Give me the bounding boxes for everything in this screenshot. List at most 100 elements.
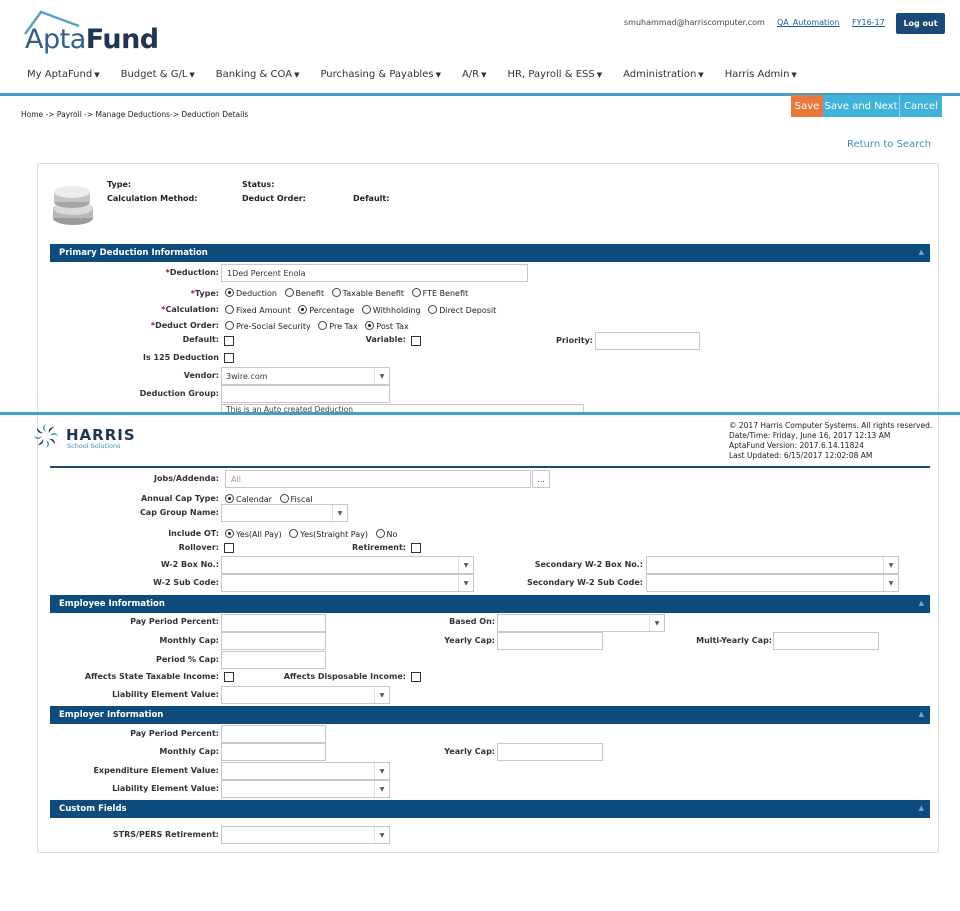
secondary-w2-box-select[interactable]: ▼	[646, 556, 899, 574]
annual-cap-type-label: Annual Cap Type:	[140, 494, 219, 503]
cap-fiscal-radio[interactable]: Fiscal	[279, 494, 312, 504]
retirement-checkbox[interactable]	[411, 543, 421, 553]
nav-ar[interactable]: A/R ▼	[462, 69, 487, 80]
order-post-tax-radio[interactable]: Post Tax	[365, 321, 409, 331]
affects-state-taxable-checkbox[interactable]	[224, 672, 234, 682]
ot-all-pay-radio[interactable]: Yes(All Pay)	[225, 529, 282, 539]
footer-updated: Last Updated: 6/15/2017 12:02:08 AM	[729, 451, 873, 460]
annual-cap-type-radio-group: Calendar Fiscal	[225, 494, 317, 504]
is125-checkbox[interactable]	[224, 353, 234, 363]
type-fte-benefit-radio[interactable]: FTE Benefit	[411, 288, 468, 298]
primary-section-header[interactable]: Primary Deduction Information ▲	[50, 244, 930, 262]
secondary-w2-sub-code-select[interactable]: ▼	[646, 574, 899, 592]
chevron-down-icon: ▼	[94, 71, 100, 79]
cancel-button[interactable]: Cancel	[900, 95, 942, 117]
collapse-icon[interactable]: ▲	[919, 710, 924, 718]
expenditure-element-select[interactable]: ▼	[221, 762, 390, 780]
calc-direct-deposit-radio[interactable]: Direct Deposit	[428, 305, 496, 315]
er-liability-element-select[interactable]: ▼	[221, 780, 390, 798]
emp-monthly-cap-label: Monthly Cap:	[159, 636, 219, 645]
w2-sub-code-label: W-2 Sub Code:	[153, 578, 219, 587]
calc-percentage-radio[interactable]: Percentage	[298, 305, 354, 315]
nav-banking-coa[interactable]: Banking & COA ▼	[216, 69, 300, 80]
variable-label: Variable:	[365, 335, 406, 344]
chevron-down-icon: ▼	[596, 71, 603, 79]
vendor-select[interactable]: 3wire.com ▼	[221, 367, 390, 385]
order-pre-tax-radio[interactable]: Pre Tax	[318, 321, 358, 331]
period-pct-cap-input[interactable]	[221, 651, 326, 669]
include-ot-radio-group: Yes(All Pay) Yes(Straight Pay) No	[225, 529, 402, 539]
aptafund-logo[interactable]: AptaFund	[25, 24, 159, 55]
summary-default-label: Default:	[353, 194, 390, 203]
emp-liability-element-select[interactable]: ▼	[221, 686, 390, 704]
type-deduction-radio[interactable]: Deduction	[225, 288, 277, 298]
default-label: Default:	[182, 335, 219, 344]
calc-fixed-amount-radio[interactable]: Fixed Amount	[225, 305, 291, 315]
chevron-down-icon: ▼	[374, 763, 389, 779]
user-email: smuhammad@harriscomputer.com	[624, 18, 765, 27]
priority-label: Priority:	[556, 336, 593, 345]
deduction-group-input[interactable]	[221, 385, 390, 403]
order-pre-social-security-radio[interactable]: Pre-Social Security	[225, 321, 311, 331]
save-button[interactable]: Save	[791, 95, 823, 117]
cap-calendar-radio[interactable]: Calendar	[225, 494, 272, 504]
priority-input[interactable]	[595, 332, 700, 350]
variable-checkbox[interactable]	[411, 336, 421, 346]
multi-yearly-cap-input[interactable]	[773, 632, 879, 650]
calculation-radio-group: Fixed Amount Percentage Withholding Dire…	[225, 305, 501, 315]
affects-disposable-label: Affects Disposable Income:	[283, 672, 406, 681]
chevron-down-icon: ▼	[883, 557, 898, 573]
deduct-order-label: *Deduct Order:	[150, 321, 219, 330]
save-and-next-button[interactable]: Save and Next	[823, 95, 900, 117]
default-checkbox[interactable]	[224, 336, 234, 346]
rollover-label: Rollover:	[178, 543, 219, 552]
ot-straight-pay-radio[interactable]: Yes(Straight Pay)	[289, 529, 368, 539]
jobs-input[interactable]: All	[225, 470, 531, 488]
nav-my-aptafund[interactable]: My AptaFund ▼	[27, 69, 100, 80]
er-monthly-cap-input[interactable]	[221, 743, 326, 761]
nav-harris-admin[interactable]: Harris Admin ▼	[725, 69, 797, 80]
type-benefit-radio[interactable]: Benefit	[284, 288, 324, 298]
nav-administration[interactable]: Administration ▼	[623, 69, 704, 80]
collapse-icon[interactable]: ▲	[919, 599, 924, 607]
chevron-down-icon: ▼	[332, 505, 347, 521]
logout-button[interactable]: Log out	[896, 13, 945, 34]
include-ot-label: Include OT:	[168, 529, 219, 538]
coins-icon	[53, 186, 93, 225]
fiscal-year-link[interactable]: FY16-17	[852, 18, 885, 27]
jobs-lookup-button[interactable]: ...	[532, 470, 550, 488]
emp-monthly-cap-input[interactable]	[221, 632, 326, 650]
based-on-select[interactable]: ▼	[497, 614, 665, 632]
period-pct-cap-label: Period % Cap:	[156, 655, 219, 664]
collapse-icon[interactable]: ▲	[919, 804, 924, 812]
harris-logo-subtitle: School Solutions	[67, 442, 121, 450]
collapse-icon[interactable]: ▲	[919, 248, 924, 256]
summary-type-label: Type:	[107, 180, 132, 189]
affects-disposable-checkbox[interactable]	[411, 672, 421, 682]
page-divider	[0, 412, 960, 415]
w2-sub-code-select[interactable]: ▼	[221, 574, 474, 592]
type-taxable-benefit-radio[interactable]: Taxable Benefit	[331, 288, 404, 298]
strs-pers-select[interactable]: ▼	[221, 826, 390, 844]
nav-hr-payroll[interactable]: HR, Payroll & ESS ▼	[508, 69, 603, 80]
rollover-checkbox[interactable]	[224, 543, 234, 553]
emp-yearly-cap-input[interactable]	[497, 632, 603, 650]
footer-copyright: © 2017 Harris Computer Systems. All righ…	[729, 421, 933, 430]
cap-group-select[interactable]: ▼	[221, 504, 348, 522]
employee-section-header[interactable]: Employee Information ▲	[50, 595, 930, 613]
calc-withholding-radio[interactable]: Withholding	[361, 305, 421, 315]
emp-pay-period-percent-input[interactable]	[221, 614, 326, 632]
return-to-search-link[interactable]: Return to Search	[847, 139, 931, 150]
deduction-input[interactable]: 1Ded Percent Enola	[221, 264, 528, 282]
w2-box-select[interactable]: ▼	[221, 556, 474, 574]
ot-no-radio[interactable]: No	[375, 529, 397, 539]
nav-budget-gl[interactable]: Budget & G/L ▼	[121, 69, 195, 80]
custom-fields-section-header[interactable]: Custom Fields ▲	[50, 800, 930, 818]
nav-purchasing-payables[interactable]: Purchasing & Payables ▼	[320, 69, 441, 80]
er-yearly-cap-input[interactable]	[497, 743, 603, 761]
er-pay-period-percent-input[interactable]	[221, 725, 326, 743]
chevron-down-icon: ▼	[458, 557, 473, 573]
employer-section-header[interactable]: Employer Information ▲	[50, 706, 930, 724]
footer-info: © 2017 Harris Computer Systems. All righ…	[729, 421, 932, 461]
user-profile-link[interactable]: QA_Automation	[777, 18, 839, 27]
